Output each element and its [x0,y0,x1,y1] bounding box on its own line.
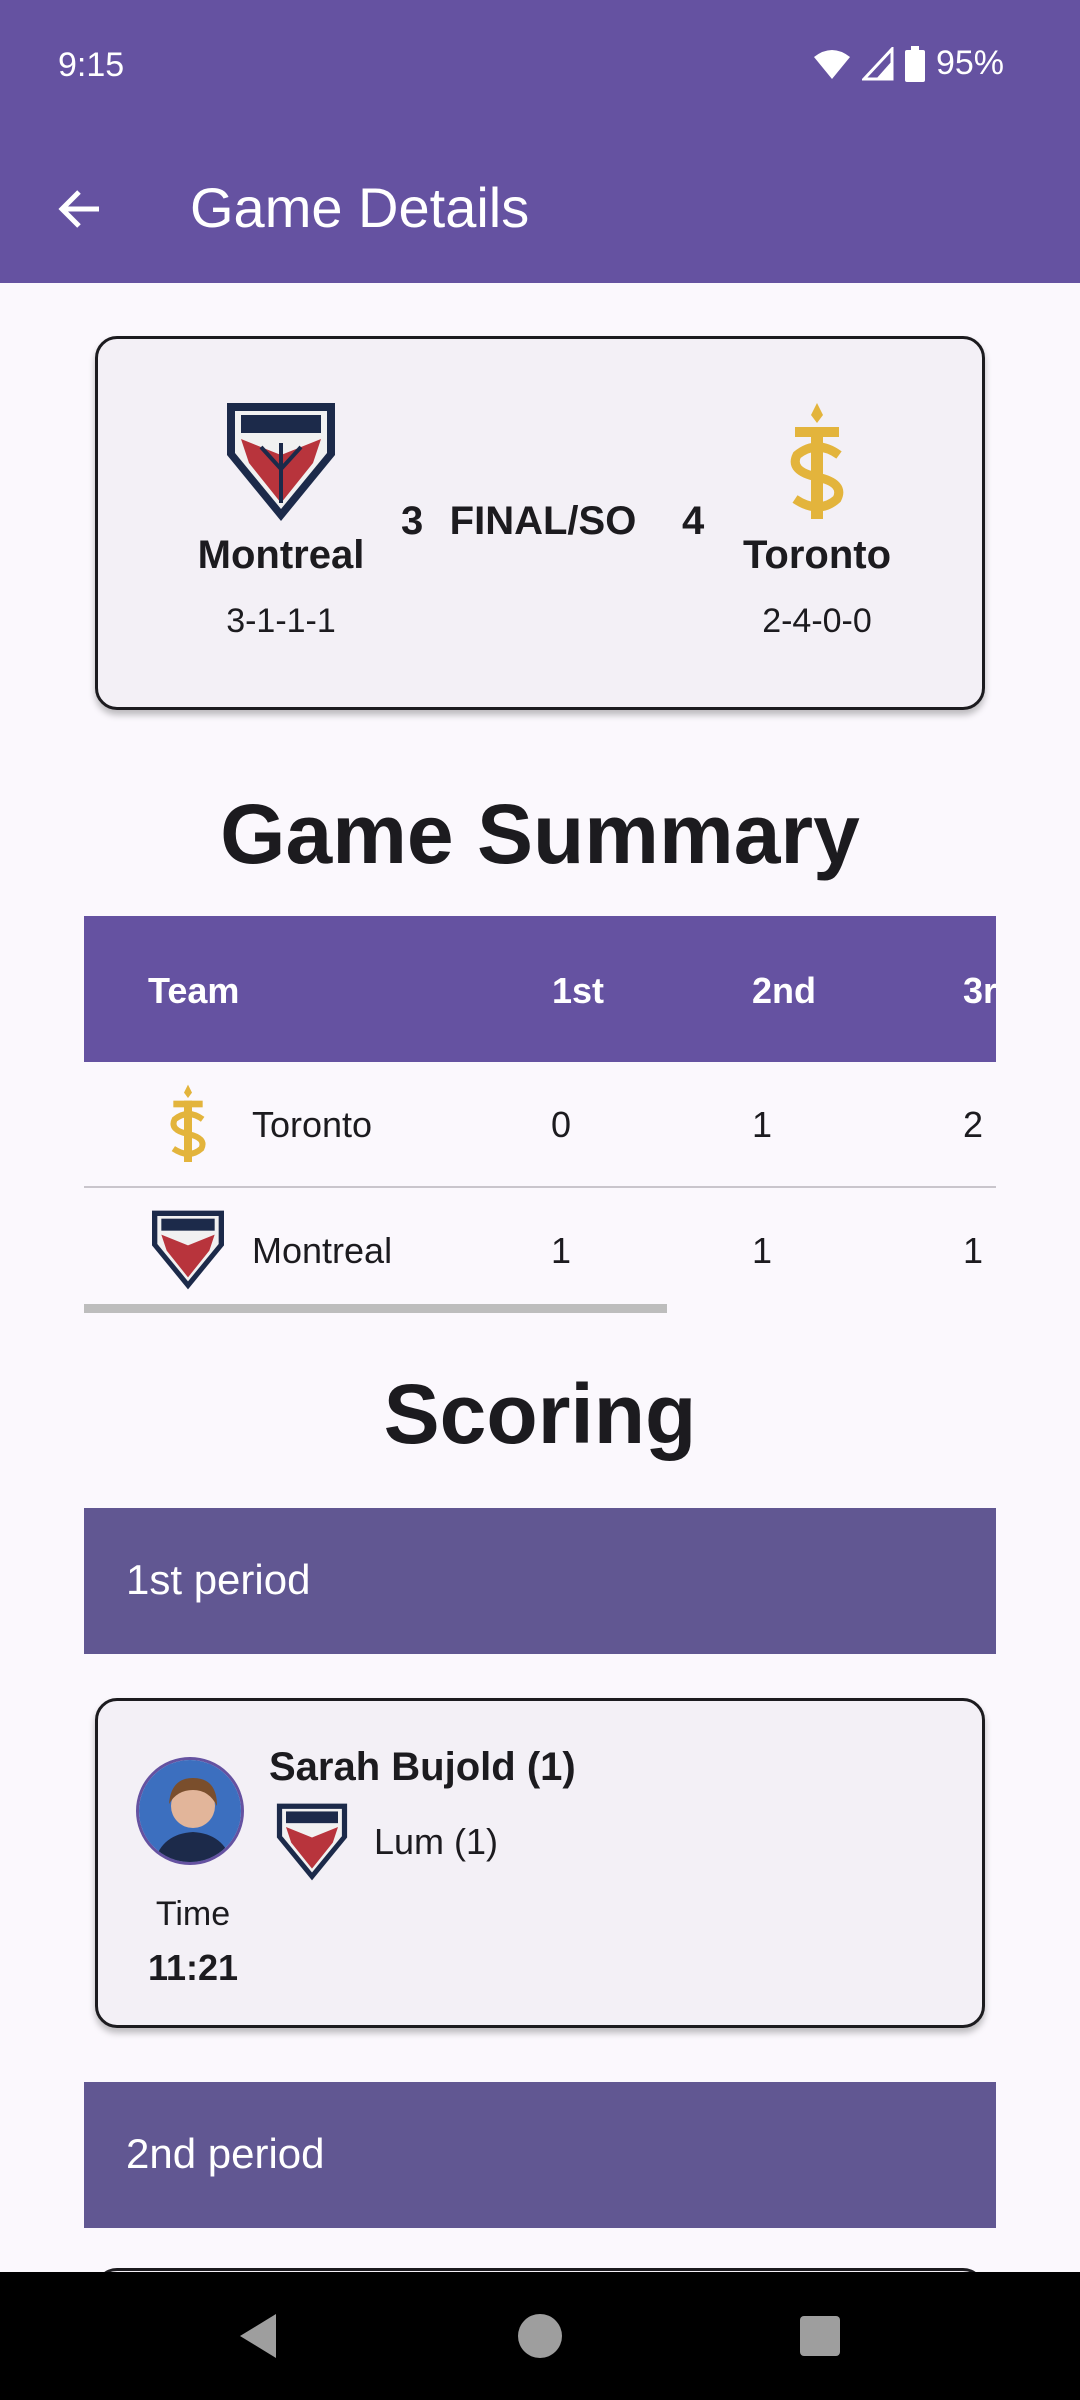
game-summary-heading: Game Summary [220,787,860,881]
montreal-logo [152,1210,224,1290]
row-period-1: 1 [551,1230,572,1271]
column-header-3rd: 3r [963,970,996,1011]
system-nav-bar [0,2272,1080,2400]
goal-card[interactable]: Sarah Bujold (1) Lum (1) Time 11:21 [95,1698,985,2028]
nav-back-icon[interactable] [230,2306,290,2366]
period-label: 2nd period [126,2130,325,2177]
column-header-1st: 1st [552,970,605,1011]
toronto-logo [170,1084,206,1162]
column-header-team: Team [148,970,240,1011]
period-header-1st: 1st period [84,1508,996,1654]
home-team-record: 3-1-1-1 [226,602,336,640]
toronto-logo [790,403,844,519]
time-label: Time [155,1895,231,1933]
row-period-2: 1 [752,1104,773,1145]
away-team-name: Toronto [742,533,892,577]
battery-icon [904,45,925,82]
score-card: Montreal 3-1-1-1 3 FINAL/SO 4 Toronto 2-… [95,336,985,710]
wifi-icon [813,49,850,79]
app-bar: Game Details [0,135,1080,283]
cellular-icon [861,46,894,80]
table-row: Montreal 1 1 1 [84,1188,996,1308]
scorer-name: Sarah Bujold (1) [269,1745,576,1789]
montreal-logo [276,1803,348,1881]
goal-time: 11:21 [147,1947,239,1988]
battery-percent: 95% [935,44,1004,82]
column-header-2nd: 2nd [752,970,817,1011]
status-icons: 95% [812,44,1004,83]
period-header-2nd: 2nd period [84,2082,996,2228]
status-bar: 9:15 95% [0,0,1080,135]
away-team[interactable]: Toronto 2-4-0-0 [707,399,927,641]
away-team-record: 2-4-0-0 [762,602,872,640]
table-row: Toronto 0 1 2 [84,1062,996,1188]
row-period-3: 2 [963,1104,984,1145]
row-period-1: 0 [551,1104,572,1145]
period-label: 1st period [126,1556,311,1603]
row-period-3: 1 [963,1230,984,1271]
game-summary-table[interactable]: Team 1st 2nd 3r Toronto 0 1 2 Montreal 1… [84,916,996,1308]
back-button[interactable] [40,169,120,249]
status-time: 9:15 [58,46,125,84]
page-title: Game Details [190,176,530,239]
nav-recents-icon[interactable] [790,2306,850,2366]
table-header: Team 1st 2nd 3r [84,916,996,1062]
away-score: 4 [682,499,705,543]
arrow-left-icon [58,190,99,228]
scoring-heading: Scoring [383,1367,697,1461]
row-team-name: Montreal [252,1230,393,1271]
nav-home-icon[interactable] [510,2306,570,2366]
player-photo [139,1760,241,1862]
row-team-name: Toronto [252,1104,373,1145]
row-period-2: 1 [752,1230,773,1271]
avatar [136,1757,244,1865]
horizontal-scrollbar[interactable] [84,1304,667,1313]
assist-text: Lum (1) [374,1821,499,1862]
